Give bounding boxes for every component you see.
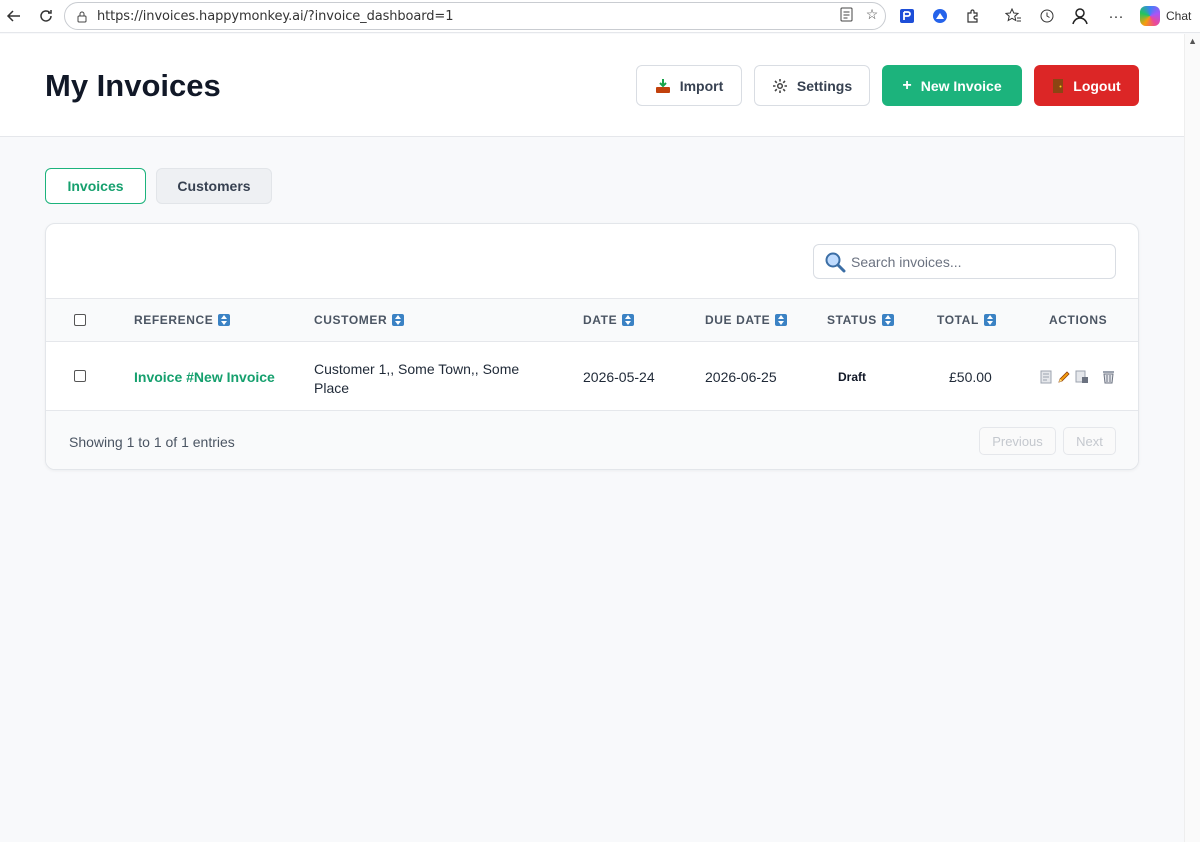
- extensions-puzzle-icon[interactable]: [962, 5, 984, 27]
- reader-view-icon[interactable]: [836, 4, 856, 24]
- column-header-actions: ACTIONS: [1049, 313, 1108, 327]
- tab-customers[interactable]: Customers: [156, 168, 272, 204]
- sort-icon[interactable]: [218, 314, 231, 326]
- sort-icon[interactable]: [881, 314, 894, 326]
- import-label: Import: [679, 77, 724, 94]
- row-actions: [1039, 370, 1115, 384]
- more-options-icon[interactable]: ···: [1105, 5, 1127, 27]
- due-date-cell: 2026-06-25: [705, 369, 777, 385]
- copilot-logo-icon: [1140, 6, 1160, 26]
- lock-icon: [75, 9, 89, 23]
- history-icon[interactable]: [1036, 5, 1058, 27]
- new-invoice-label: New Invoice: [920, 77, 1002, 94]
- app-header: My Invoices Import Settings + New Invoic…: [0, 34, 1184, 137]
- page-title: My Invoices: [45, 68, 221, 103]
- extension-shield-icon[interactable]: [896, 5, 918, 27]
- total-cell: £50.00: [949, 369, 992, 385]
- column-header-total[interactable]: TOTAL: [937, 313, 996, 327]
- logout-button[interactable]: Logout: [1034, 65, 1139, 106]
- previous-page-button[interactable]: Previous: [979, 427, 1056, 455]
- chat-button[interactable]: Chat: [1138, 2, 1200, 30]
- page-scrollbar[interactable]: [1184, 34, 1200, 842]
- view-document-icon[interactable]: [1039, 370, 1053, 384]
- door-icon: [1052, 78, 1064, 94]
- plus-icon: +: [902, 76, 912, 94]
- sort-icon[interactable]: [622, 314, 635, 326]
- sort-icon[interactable]: [983, 314, 996, 326]
- back-icon[interactable]: [2, 5, 26, 27]
- browser-toolbar: https://invoices.happymonkey.ai/?invoice…: [0, 0, 1200, 33]
- table-row: Invoice #New Invoice Customer 1,, Some T…: [46, 342, 1138, 411]
- date-cell: 2026-05-24: [583, 369, 655, 385]
- extension-circle-icon[interactable]: [929, 5, 951, 27]
- edit-pencil-icon[interactable]: [1057, 370, 1071, 384]
- column-header-status[interactable]: STATUS: [827, 313, 894, 327]
- favorite-star-icon[interactable]: ☆: [862, 4, 882, 24]
- invoices-card: REFERENCE CUSTOMER DATE DUE DATE STATUS …: [45, 223, 1139, 470]
- delete-trash-icon[interactable]: [1101, 370, 1115, 384]
- column-header-due-date[interactable]: DUE DATE: [705, 313, 788, 327]
- new-invoice-button[interactable]: + New Invoice: [882, 65, 1022, 106]
- chat-label: Chat: [1166, 9, 1192, 23]
- next-page-button[interactable]: Next: [1063, 427, 1116, 455]
- settings-label: Settings: [796, 77, 853, 94]
- sort-icon[interactable]: [775, 314, 788, 326]
- tab-invoices[interactable]: Invoices: [45, 168, 146, 204]
- search-icon: [824, 251, 846, 273]
- status-badge: Draft: [838, 370, 867, 384]
- duplicate-document-icon[interactable]: [1075, 370, 1089, 384]
- import-icon: [655, 78, 671, 94]
- profile-icon[interactable]: [1069, 5, 1091, 27]
- column-header-customer[interactable]: CUSTOMER: [314, 313, 405, 327]
- import-button[interactable]: Import: [636, 65, 742, 106]
- customer-cell: Customer 1,, Some Town,, Some Place: [314, 361, 520, 396]
- logout-label: Logout: [1073, 77, 1121, 94]
- reload-icon[interactable]: [34, 5, 58, 27]
- sort-icon[interactable]: [392, 314, 405, 326]
- search-input[interactable]: [851, 253, 1091, 270]
- column-header-reference[interactable]: REFERENCE: [134, 313, 231, 327]
- address-bar[interactable]: https://invoices.happymonkey.ai/?invoice…: [64, 2, 886, 30]
- entries-summary: Showing 1 to 1 of 1 entries: [69, 434, 235, 450]
- url-text: https://invoices.happymonkey.ai/?invoice…: [97, 8, 454, 24]
- gear-icon: [772, 78, 788, 94]
- search-box[interactable]: [813, 244, 1116, 279]
- settings-button[interactable]: Settings: [754, 65, 870, 106]
- row-checkbox[interactable]: [74, 370, 86, 382]
- select-all-checkbox[interactable]: [74, 314, 86, 326]
- favorites-icon[interactable]: [1002, 5, 1024, 27]
- invoice-reference-link[interactable]: Invoice #New Invoice: [134, 369, 275, 385]
- table-header: REFERENCE CUSTOMER DATE DUE DATE STATUS …: [46, 298, 1138, 342]
- scroll-up-arrow-icon[interactable]: ▲: [1188, 36, 1197, 46]
- column-header-date[interactable]: DATE: [583, 313, 635, 327]
- table-footer: Showing 1 to 1 of 1 entries Previous Nex…: [46, 411, 1138, 469]
